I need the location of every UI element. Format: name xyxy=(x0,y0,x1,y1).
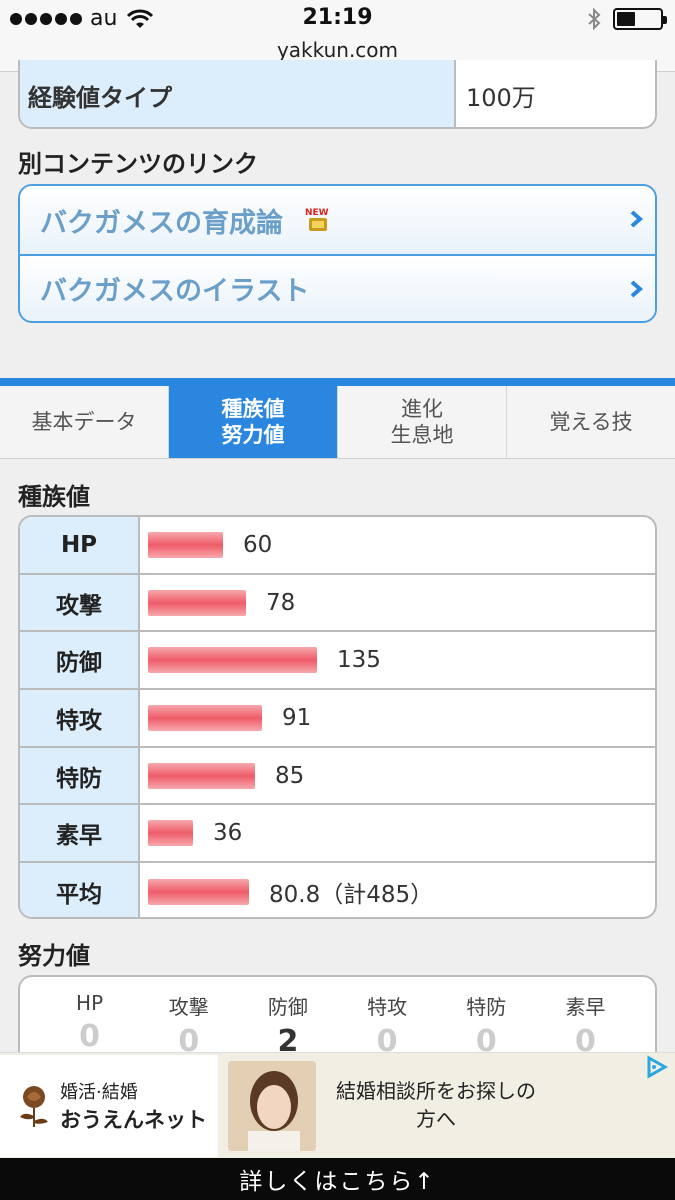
exp-type-label: 経験値タイプ xyxy=(20,60,456,127)
stat-label: 特防 xyxy=(20,747,140,804)
ad-choices-icon[interactable] xyxy=(645,1055,669,1079)
link-label: バクガメスの育成論 xyxy=(40,207,283,239)
stat-value: 60 xyxy=(243,531,273,558)
stat-label: 特攻 xyxy=(20,690,140,746)
tab-bar: 基本データ 種族値 努力値 進化 生息地 覚える技 xyxy=(0,378,675,459)
link-training-guide[interactable]: バクガメスの育成論 NEW xyxy=(20,186,655,254)
ev-label: 特防 xyxy=(466,995,507,1019)
stat-label: 防御 xyxy=(20,632,140,689)
stat-value: 80.8（計485） xyxy=(269,881,434,908)
chevron-right-icon xyxy=(630,280,643,298)
base-stats-table: HP 60 攻撃 78 防御 135 特攻 91 特防 85 素早 36 平均 … xyxy=(18,515,657,919)
ev-label: 防御 xyxy=(267,995,308,1019)
stat-label: 平均 xyxy=(20,863,140,917)
stat-row-sp-attack: 特攻 91 xyxy=(20,690,655,748)
effort-values-title: 努力値 xyxy=(18,942,90,970)
bluetooth-icon xyxy=(588,8,601,30)
ad-text[interactable]: 結婚相談所をお探しの方へ xyxy=(336,1077,536,1133)
tab-evolution[interactable]: 進化 生息地 xyxy=(338,386,507,458)
ev-label: 素早 xyxy=(565,995,606,1019)
ad-banner[interactable]: 婚活·結婚 おうえんネット 結婚相談所をお探しの方へ xyxy=(0,1052,675,1158)
stat-value: 78 xyxy=(266,589,296,616)
stat-bar xyxy=(148,878,249,905)
stat-bar xyxy=(148,704,262,731)
address-bar[interactable]: yakkun.com xyxy=(0,38,675,62)
base-stats-title: 種族値 xyxy=(18,483,90,511)
battery-icon xyxy=(613,8,667,30)
tab-basic-data[interactable]: 基本データ xyxy=(0,386,169,458)
new-badge-icon: NEW xyxy=(305,208,329,231)
stat-bar xyxy=(148,589,246,616)
woman-photo-icon xyxy=(228,1061,316,1151)
stat-bar xyxy=(148,647,317,674)
ad-logo-subtitle: 婚活·結婚 xyxy=(60,1082,138,1103)
stat-value: 85 xyxy=(275,762,305,789)
stat-bar xyxy=(148,531,223,558)
tab-base-stats[interactable]: 種族値 努力値 xyxy=(169,386,338,458)
links-section-title: 別コンテンツのリンク xyxy=(18,150,258,178)
new-badge-text: NEW xyxy=(305,208,329,218)
stat-row-speed: 素早 36 xyxy=(20,805,655,864)
stat-row-defense: 防御 135 xyxy=(20,632,655,691)
stat-row-attack: 攻撃 78 xyxy=(20,574,655,633)
exp-type-value: 100万 xyxy=(466,84,536,112)
ev-value: 0 xyxy=(79,1019,101,1054)
stat-value: 36 xyxy=(213,820,243,847)
tab-moves[interactable]: 覚える技 xyxy=(507,386,675,458)
link-illustration[interactable]: バクガメスのイラスト xyxy=(20,254,655,321)
ev-label: 特攻 xyxy=(367,995,408,1019)
stat-bar xyxy=(148,820,193,847)
exp-type-row: 経験値タイプ 100万 xyxy=(18,60,657,129)
stat-value: 135 xyxy=(337,647,381,674)
stat-row-sp-defense: 特防 85 xyxy=(20,747,655,806)
content-links: バクガメスの育成論 NEW バクガメスのイラスト xyxy=(18,184,657,323)
ev-label: HP xyxy=(76,991,104,1015)
clock: 21:19 xyxy=(302,5,373,30)
stat-label: 攻撃 xyxy=(20,574,140,631)
stat-label: 素早 xyxy=(20,805,140,862)
stat-bar xyxy=(148,762,255,789)
details-link[interactable]: 詳しくはこちら↑ xyxy=(0,1158,675,1200)
ad-logo-title: おうえんネット xyxy=(60,1108,207,1132)
ad-photo[interactable] xyxy=(228,1061,316,1151)
chevron-right-icon xyxy=(630,210,643,228)
ad-logo[interactable]: 婚活·結婚 おうえんネット xyxy=(0,1055,218,1157)
stat-label: HP xyxy=(20,517,140,573)
ev-label: 攻撃 xyxy=(168,995,209,1019)
stat-row-hp: HP 60 xyxy=(20,517,655,575)
link-label: バクガメスのイラスト xyxy=(40,276,310,307)
rose-icon xyxy=(20,1086,48,1127)
stat-row-average: 平均 80.8（計485） xyxy=(20,863,655,917)
stat-value: 91 xyxy=(282,704,312,731)
